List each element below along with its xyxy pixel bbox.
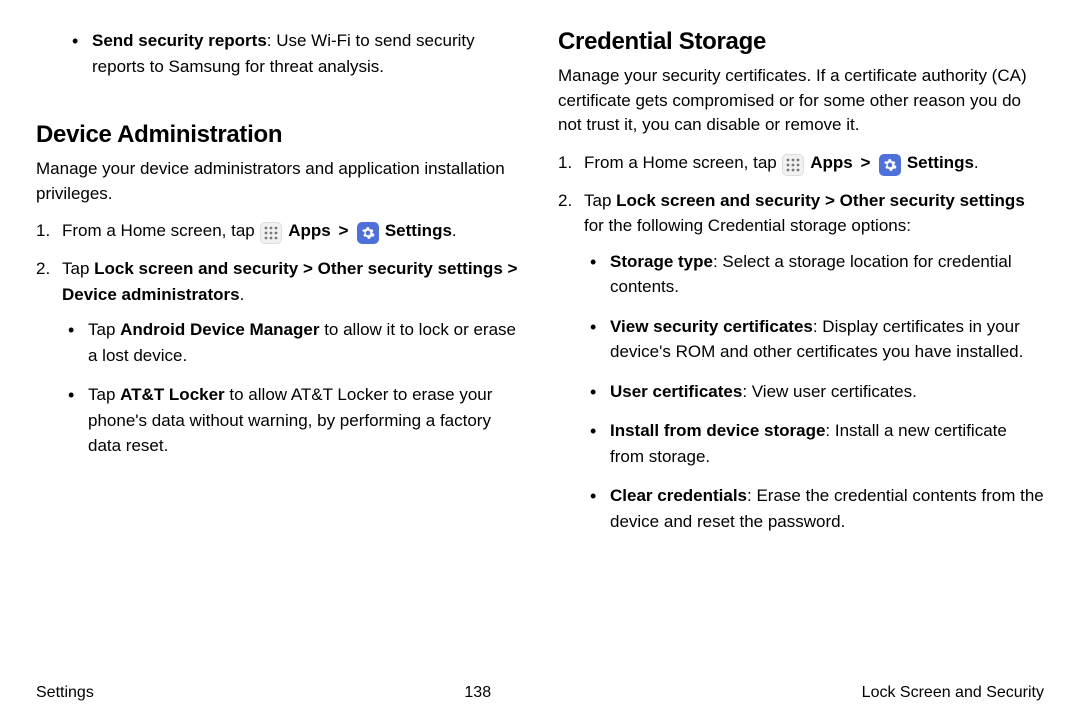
step-item: From a Home screen, tap Apps > Settings. [62,218,522,244]
list-item: User certificates: View user certificate… [610,379,1044,405]
section-intro: Manage your device administrators and ap… [36,157,522,206]
sub-bullet-list: Storage type: Select a storage location … [584,249,1044,535]
apps-label: Apps [810,153,853,172]
right-column: Credential Storage Manage your security … [558,28,1044,678]
bullet-bold: Clear credentials [610,486,747,505]
step-item: From a Home screen, tap Apps > Settings. [584,150,1044,176]
page-number: 138 [464,684,491,702]
bullet-bold: AT&T Locker [120,385,225,404]
page-footer: Settings 138 Lock Screen and Security [36,678,1044,702]
step-item: Tap Lock screen and security > Other sec… [584,188,1044,535]
list-item: Tap AT&T Locker to allow AT&T Locker to … [88,382,522,459]
section-heading-credential-storage: Credential Storage [558,28,1044,56]
step-text-end: . [240,285,245,304]
step-text-end: . [452,221,457,240]
step-text-rest: for the following Credential storage opt… [584,216,911,235]
chevron-right-icon: > [338,221,348,240]
footer-right: Lock Screen and Security [862,684,1044,702]
bullet-bold: Install from device storage [610,421,825,440]
step-bold-path: Lock screen and security > Other securit… [62,259,517,304]
bullet-text: : View user certificates. [742,382,916,401]
two-column-layout: Send security reports: Use Wi-Fi to send… [36,28,1044,678]
step-text: From a Home screen, tap [62,221,259,240]
step-text: Tap [584,191,616,210]
apps-icon [260,222,282,244]
bullet-text: Tap [88,385,120,404]
apps-label: Apps [288,221,331,240]
list-item: Tap Android Device Manager to allow it t… [88,317,522,368]
settings-gear-icon [357,222,379,244]
chevron-right-icon: > [860,153,870,172]
bullet-text: Tap [88,320,120,339]
bullet-bold: Send security reports [92,31,267,50]
step-text: Tap [62,259,94,278]
footer-left: Settings [36,684,94,702]
manual-page: Send security reports: Use Wi-Fi to send… [0,0,1080,720]
bullet-bold: Android Device Manager [120,320,319,339]
step-item: Tap Lock screen and security > Other sec… [62,256,522,459]
settings-label: Settings [907,153,974,172]
list-item: Storage type: Select a storage location … [610,249,1044,300]
section-heading-device-admin: Device Administration [36,121,522,149]
left-column: Send security reports: Use Wi-Fi to send… [36,28,522,678]
continuation-bullet-list: Send security reports: Use Wi-Fi to send… [36,28,522,93]
list-item: Install from device storage: Install a n… [610,418,1044,469]
bullet-bold: Storage type [610,252,713,271]
bullet-bold: User certificates [610,382,742,401]
section-intro: Manage your security certificates. If a … [558,64,1044,138]
bullet-bold: View security certificates [610,317,813,336]
sub-bullet-list: Tap Android Device Manager to allow it t… [62,317,522,459]
settings-gear-icon [879,154,901,176]
settings-label: Settings [385,221,452,240]
ordered-steps: From a Home screen, tap Apps > Settings.… [558,150,1044,549]
list-item: Clear credentials: Erase the credential … [610,483,1044,534]
list-item: View security certificates: Display cert… [610,314,1044,365]
ordered-steps: From a Home screen, tap Apps > Settings.… [36,218,522,473]
list-item: Send security reports: Use Wi-Fi to send… [92,28,522,79]
step-text: From a Home screen, tap [584,153,781,172]
step-text-end: . [974,153,979,172]
apps-icon [782,154,804,176]
step-bold-path: Lock screen and security > Other securit… [616,191,1025,210]
